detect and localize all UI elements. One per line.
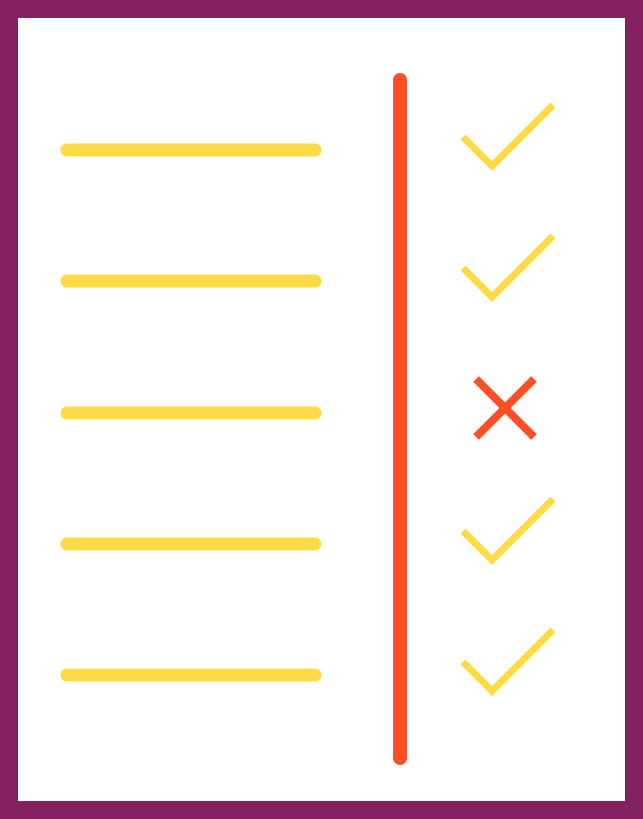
checklist-row <box>60 102 556 171</box>
checklist-row <box>60 627 556 696</box>
checkmark-icon <box>460 627 556 696</box>
checkmark-icon <box>460 233 556 302</box>
checklist-row <box>60 496 556 565</box>
checkmark-icon <box>460 496 556 565</box>
checklist-row <box>60 376 537 440</box>
x-mark-icon <box>473 376 537 440</box>
checklist-drawing <box>60 73 556 765</box>
checklist-row <box>60 233 556 302</box>
checkmark-icon <box>460 102 556 171</box>
checklist-rows <box>60 102 556 696</box>
